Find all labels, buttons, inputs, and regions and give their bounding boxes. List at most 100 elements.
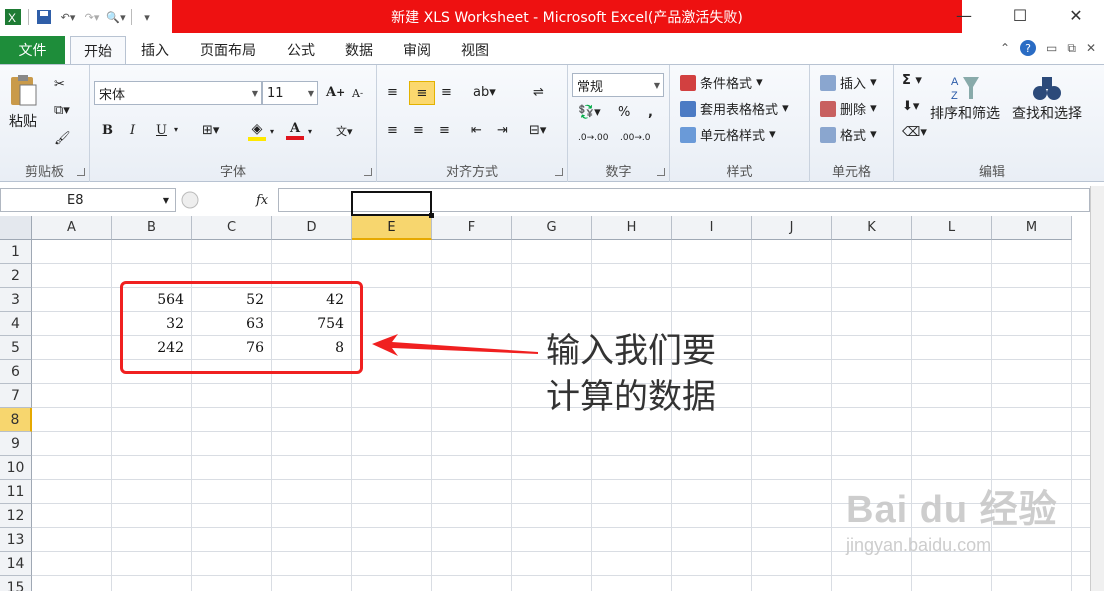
sort-filter-button[interactable]: AZ 排序和筛选 xyxy=(930,73,1000,123)
redo-icon[interactable]: ↷▾ xyxy=(81,6,103,28)
decrease-decimal-icon[interactable]: .00→.0 xyxy=(620,133,650,143)
conditional-format-button[interactable]: 条件格式 ▾ xyxy=(680,73,763,92)
format-as-table-button[interactable]: 套用表格格式 ▾ xyxy=(680,99,789,118)
merge-center-icon[interactable]: ⊟▾ xyxy=(529,123,546,138)
tab-data[interactable]: 数据 xyxy=(334,36,384,64)
number-launcher-icon[interactable] xyxy=(657,168,665,176)
fill-dropdown-icon[interactable]: ▾ xyxy=(270,127,274,136)
customize-qat-icon[interactable]: ▾ xyxy=(136,6,158,28)
copy-icon[interactable]: ⧉▾ xyxy=(54,103,70,118)
tab-view[interactable]: 视图 xyxy=(450,36,500,64)
tab-formulas[interactable]: 公式 xyxy=(276,36,326,64)
row-header-15[interactable]: 15 xyxy=(0,576,32,591)
tab-home[interactable]: 开始 xyxy=(70,36,126,64)
column-header-h[interactable]: H xyxy=(592,216,672,240)
tab-page-layout[interactable]: 页面布局 xyxy=(188,36,268,64)
name-box[interactable]: E8 ▼ xyxy=(0,188,176,212)
comma-button[interactable]: , xyxy=(648,105,653,120)
row-header-1[interactable]: 1 xyxy=(0,240,32,264)
insert-cells-button[interactable]: 插入 ▾ xyxy=(820,73,877,92)
bold-button[interactable]: B xyxy=(102,123,113,138)
fill-icon[interactable]: ⬇▾ xyxy=(902,99,919,114)
tab-file[interactable]: 文件 xyxy=(0,36,65,64)
cut-icon[interactable]: ✂ xyxy=(54,77,65,92)
currency-icon[interactable]: 💱▾ xyxy=(578,105,601,120)
collapse-ribbon-icon[interactable]: ⌃ xyxy=(1000,41,1010,55)
column-header-a[interactable]: A xyxy=(32,216,112,240)
column-header-f[interactable]: F xyxy=(432,216,512,240)
orientation-icon[interactable]: ab▾ xyxy=(473,85,496,100)
tab-review[interactable]: 审阅 xyxy=(392,36,442,64)
row-header-2[interactable]: 2 xyxy=(0,264,32,288)
clipboard-launcher-icon[interactable] xyxy=(77,168,85,176)
column-header-d[interactable]: D xyxy=(272,216,352,240)
format-painter-icon[interactable]: 🖌 xyxy=(54,131,71,146)
align-top-icon[interactable]: ≡ xyxy=(387,85,398,100)
row-header-14[interactable]: 14 xyxy=(0,552,32,576)
shrink-font-icon[interactable]: A- xyxy=(352,87,363,100)
font-color-icon[interactable]: A xyxy=(286,121,304,140)
paste-button[interactable]: 粘贴 xyxy=(8,73,38,131)
undo-icon[interactable]: ↶▾ xyxy=(57,6,79,28)
column-header-l[interactable]: L xyxy=(912,216,992,240)
row-header-6[interactable]: 6 xyxy=(0,360,32,384)
phonetic-icon[interactable]: 文▾ xyxy=(336,123,353,139)
minimize-button[interactable]: — xyxy=(936,0,992,30)
select-all-corner[interactable] xyxy=(0,216,32,240)
column-header-c[interactable]: C xyxy=(192,216,272,240)
name-box-dropdown-icon[interactable]: ▼ xyxy=(163,196,169,205)
increase-indent-icon[interactable]: ⇥ xyxy=(497,123,508,138)
active-cell-e8[interactable] xyxy=(351,191,434,218)
help-icon[interactable]: ? xyxy=(1020,40,1037,56)
row-header-5[interactable]: 5 xyxy=(0,336,32,360)
insert-function-button[interactable]: fx xyxy=(256,193,268,208)
align-right-icon[interactable]: ≡ xyxy=(439,123,450,138)
align-bottom-icon[interactable]: ≡ xyxy=(441,85,452,100)
column-header-i[interactable]: I xyxy=(672,216,752,240)
column-header-g[interactable]: G xyxy=(512,216,592,240)
print-preview-icon[interactable]: 🔍▾ xyxy=(105,6,127,28)
doc-restore-icon[interactable]: ⧉ xyxy=(1067,41,1076,56)
wrap-text-icon[interactable]: ⇌ xyxy=(533,85,544,100)
number-format-select[interactable]: 常规 ▼ xyxy=(572,73,664,97)
font-launcher-icon[interactable] xyxy=(364,168,372,176)
format-cells-button[interactable]: 格式 ▾ xyxy=(820,125,877,144)
alignment-launcher-icon[interactable] xyxy=(555,168,563,176)
percent-button[interactable]: % xyxy=(618,105,630,120)
increase-decimal-icon[interactable]: .0→.00 xyxy=(578,133,608,143)
align-middle-icon[interactable]: ≡ xyxy=(409,81,435,105)
row-header-8[interactable]: 8 xyxy=(0,408,32,432)
row-header-13[interactable]: 13 xyxy=(0,528,32,552)
row-header-3[interactable]: 3 xyxy=(0,288,32,312)
row-header-4[interactable]: 4 xyxy=(0,312,32,336)
italic-button[interactable]: I xyxy=(130,123,135,138)
borders-icon[interactable]: ⊞▾ xyxy=(202,123,219,138)
column-header-m[interactable]: M xyxy=(992,216,1072,240)
column-header-b[interactable]: B xyxy=(112,216,192,240)
column-header-k[interactable]: K xyxy=(832,216,912,240)
row-header-7[interactable]: 7 xyxy=(0,384,32,408)
underline-button[interactable]: U xyxy=(156,123,167,138)
column-header-j[interactable]: J xyxy=(752,216,832,240)
save-icon[interactable] xyxy=(33,6,55,28)
align-center-icon[interactable]: ≡ xyxy=(413,123,424,138)
clear-icon[interactable]: ⌫▾ xyxy=(902,125,927,140)
underline-dropdown-icon[interactable]: ▾ xyxy=(174,125,178,134)
find-select-button[interactable]: 查找和选择 xyxy=(1012,73,1082,123)
doc-minimize-icon[interactable]: ▭ xyxy=(1046,41,1057,55)
row-header-11[interactable]: 11 xyxy=(0,480,32,504)
delete-cells-button[interactable]: 删除 ▾ xyxy=(820,99,877,118)
maximize-button[interactable]: ☐ xyxy=(992,0,1048,30)
vertical-scrollbar[interactable] xyxy=(1090,186,1104,591)
decrease-indent-icon[interactable]: ⇤ xyxy=(471,123,482,138)
row-header-10[interactable]: 10 xyxy=(0,456,32,480)
row-header-12[interactable]: 12 xyxy=(0,504,32,528)
autosum-button[interactable]: Σ ▾ xyxy=(902,73,922,88)
grow-font-icon[interactable]: A + xyxy=(326,85,345,100)
fill-color-icon[interactable]: ◈ xyxy=(248,121,266,141)
tab-insert[interactable]: 插入 xyxy=(130,36,180,64)
font-size-select[interactable]: 11 ▼ xyxy=(262,81,318,105)
row-header-9[interactable]: 9 xyxy=(0,432,32,456)
column-header-e[interactable]: E xyxy=(352,216,432,240)
font-name-select[interactable]: 宋体 ▼ xyxy=(94,81,262,105)
